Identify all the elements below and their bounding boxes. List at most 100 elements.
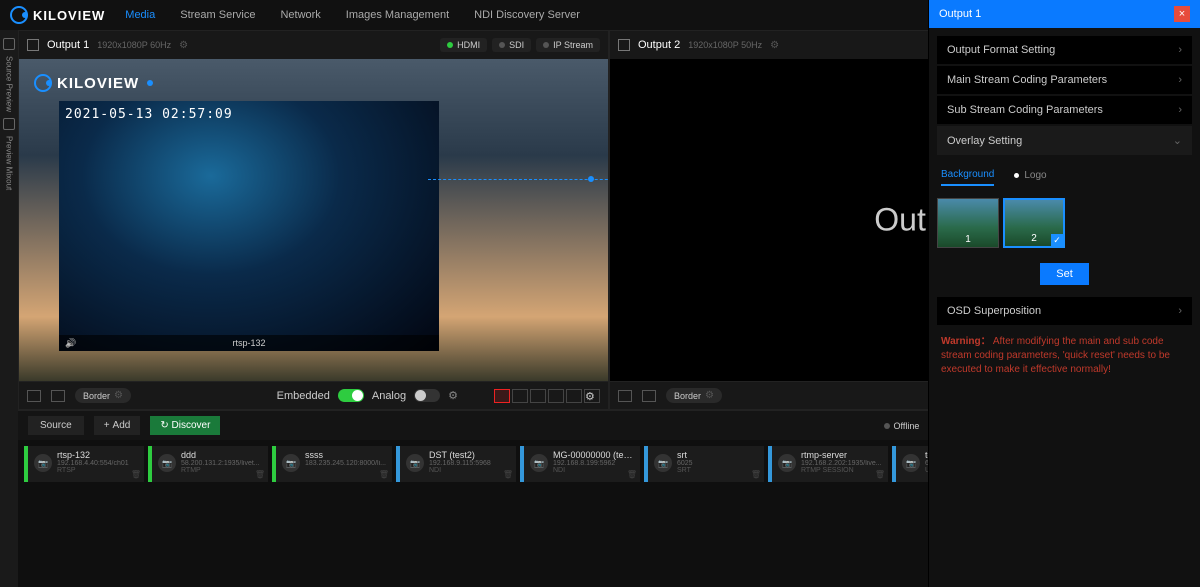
nav-ndi-discovery[interactable]: NDI Discovery Server: [474, 9, 580, 21]
footer-icon[interactable]: [51, 390, 65, 402]
border-toggle[interactable]: Border ⚙: [75, 388, 131, 403]
tab-background[interactable]: Background: [941, 169, 994, 186]
source-status-indicator: [272, 446, 276, 482]
camera-icon: 📷: [530, 454, 548, 472]
row-overlay-setting[interactable]: Overlay Setting⌄: [937, 126, 1192, 155]
layout-selector: ⚙: [494, 389, 600, 403]
panel-header: Output 1 ×: [929, 0, 1200, 28]
camera-icon: 📷: [406, 454, 424, 472]
nav-stream-service[interactable]: Stream Service: [180, 9, 255, 21]
tab-logo[interactable]: Logo: [1014, 169, 1046, 186]
output2-settings-icon[interactable]: ⚙: [770, 40, 779, 51]
preview-brand-text: KILOVIEW: [57, 75, 139, 92]
source-type: SRT: [677, 467, 760, 474]
preview-brand-overlay: KILOVIEW: [34, 74, 153, 92]
source-card[interactable]: 📷DST (test2)192.168.9.115:5968NDI🗑: [396, 446, 516, 482]
source-card[interactable]: 📷MG-00000000 (test_ch...192.168.8.199:59…: [520, 446, 640, 482]
preview-timestamp: 2021-05-13 02:57:09: [65, 107, 233, 122]
row-label: Sub Stream Coding Parameters: [947, 104, 1103, 116]
layout-4[interactable]: [548, 389, 564, 403]
nav-images-management[interactable]: Images Management: [346, 9, 449, 21]
source-type: NDI: [429, 467, 512, 474]
source-info: rtsp-132192.168.4.40:554/ch01RTSP: [57, 450, 140, 478]
nav-media[interactable]: Media: [125, 9, 155, 21]
delete-icon[interactable]: 🗑: [875, 470, 885, 479]
panel-title: Output 1: [939, 8, 981, 20]
layout-5[interactable]: [566, 389, 582, 403]
source-card[interactable]: 📷ssss183.235.245.120:8000/li...🗑: [272, 446, 392, 482]
row-osd[interactable]: OSD Superposition ›: [937, 297, 1192, 325]
row-output-format[interactable]: Output Format Setting›: [937, 36, 1192, 64]
badge-sdi-label: SDI: [509, 40, 524, 50]
discover-button[interactable]: ↻ Discover: [150, 416, 220, 435]
badge-hdmi-label: HDMI: [457, 40, 480, 50]
delete-icon[interactable]: 🗑: [379, 470, 389, 479]
preview-source-name: rtsp-132: [232, 338, 265, 348]
source-info: rtmp-server192.168.2.202:1935/live...RTM…: [801, 450, 884, 478]
chevron-down-icon: ⌄: [1173, 134, 1182, 147]
source-address: 58.200.131.2:1935/livet...: [181, 460, 264, 467]
preview-brand-dot: [147, 80, 153, 86]
output1-settings-icon[interactable]: ⚙: [179, 40, 188, 51]
source-preview-icon[interactable]: [3, 38, 15, 50]
output2-title: Output 2: [638, 39, 680, 51]
volume-icon[interactable]: [65, 338, 76, 349]
layout-3[interactable]: [530, 389, 546, 403]
camera-icon: 📷: [158, 454, 176, 472]
border-toggle[interactable]: Border ⚙: [666, 388, 722, 403]
analog-toggle[interactable]: [414, 389, 440, 402]
footer-icon[interactable]: [618, 390, 632, 402]
output1-preview[interactable]: KILOVIEW 2021-05-13 02:57:09 rtsp-132: [19, 59, 608, 381]
embedded-toggle[interactable]: [338, 389, 364, 402]
thumb-1[interactable]: 1: [937, 198, 999, 248]
footer-icon[interactable]: [27, 390, 41, 402]
settings-panel: Output 1 × Output Format Setting› Main S…: [928, 0, 1200, 587]
badge-sdi[interactable]: SDI: [492, 38, 531, 52]
layout-1[interactable]: [494, 389, 510, 403]
source-type: RTMP SESSION: [801, 467, 884, 474]
nav-network[interactable]: Network: [280, 9, 320, 21]
tab-dot-icon: [1014, 173, 1019, 178]
source-card[interactable]: 📷 rtsp-132192.168.4.40:554/ch01RTSP🗑: [24, 446, 144, 482]
source-info: ddd58.200.131.2:1935/livet...RTMP: [181, 450, 264, 478]
badge-ip-label: IP Stream: [553, 40, 593, 50]
thumb-2[interactable]: 2✓: [1003, 198, 1065, 248]
row-main-stream[interactable]: Main Stream Coding Parameters›: [937, 66, 1192, 94]
footer-icon[interactable]: [642, 390, 656, 402]
source-name: DST (test2): [429, 450, 512, 460]
source-status-indicator: [24, 446, 28, 482]
add-source-button[interactable]: Add: [94, 416, 141, 435]
close-button[interactable]: ×: [1174, 6, 1190, 22]
analog-label: Analog: [372, 390, 406, 402]
camera-icon: 📷: [34, 454, 52, 472]
delete-icon[interactable]: 🗑: [503, 470, 513, 479]
check-icon: ✓: [1051, 234, 1063, 246]
delete-icon[interactable]: 🗑: [627, 470, 637, 479]
source-card[interactable]: 📷 rtmp-server192.168.2.202:1935/live...RT…: [768, 446, 888, 482]
badge-ipstream[interactable]: IP Stream: [536, 38, 600, 52]
source-tab[interactable]: Source: [28, 416, 84, 435]
preview-mixout-icon[interactable]: [3, 118, 15, 130]
overlay-guide-line: [428, 179, 608, 180]
preview-mixout-label: Preview Mixout: [5, 136, 14, 190]
layout-settings[interactable]: ⚙: [584, 389, 600, 403]
source-address: 192.168.2.202:1935/live...: [801, 460, 884, 467]
source-card[interactable]: 📷 ddd58.200.131.2:1935/livet...RTMP🗑: [148, 446, 268, 482]
status-dot-gray: [543, 42, 549, 48]
output-icon: [618, 39, 630, 51]
camera-icon: 📷: [778, 454, 796, 472]
set-button[interactable]: Set: [1040, 263, 1089, 285]
source-name: ddd: [181, 450, 264, 460]
chevron-right-icon: ›: [1178, 305, 1182, 317]
audio-settings-icon[interactable]: [448, 389, 458, 402]
nav-menu: Media Stream Service Network Images Mana…: [125, 9, 580, 21]
row-label: OSD Superposition: [947, 305, 1041, 317]
row-sub-stream[interactable]: Sub Stream Coding Parameters›: [937, 96, 1192, 124]
layout-2[interactable]: [512, 389, 528, 403]
delete-icon[interactable]: 🗑: [131, 470, 141, 479]
source-card[interactable]: 📷srt6025SRT🗑: [644, 446, 764, 482]
delete-icon[interactable]: 🗑: [751, 470, 761, 479]
source-preview-label: Source Preview: [5, 56, 14, 112]
badge-hdmi[interactable]: HDMI: [440, 38, 487, 52]
delete-icon[interactable]: 🗑: [255, 470, 265, 479]
